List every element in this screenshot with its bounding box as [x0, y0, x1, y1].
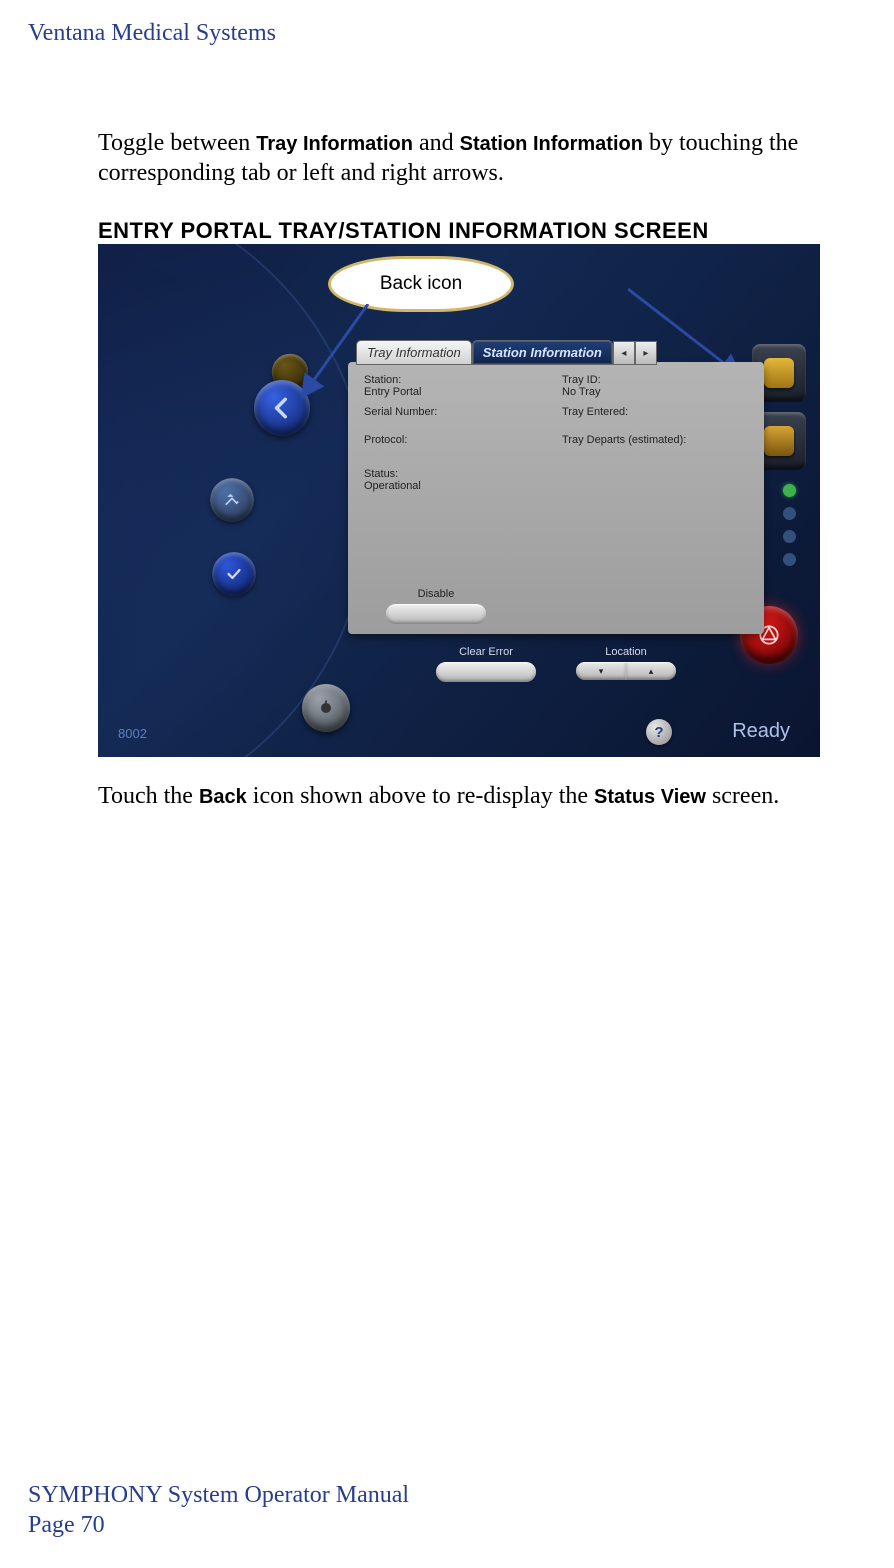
bold-back: Back [199, 786, 247, 808]
back-button[interactable] [254, 380, 310, 436]
content-area: Toggle between Tray Information and Stat… [98, 128, 828, 810]
label-station: Station: [364, 374, 550, 386]
label-tray-id: Tray ID: [562, 374, 748, 386]
label-location: Location [576, 646, 676, 658]
section-heading: ENTRY PORTAL TRAY/STATION INFORMATION SC… [98, 218, 828, 244]
status-code: 8002 [118, 726, 147, 741]
cartridge-icon [764, 358, 794, 388]
orbit-button-doc[interactable] [210, 478, 254, 522]
bold-status-view: Status View [594, 786, 706, 808]
disable-group: Disable [386, 588, 486, 624]
help-button[interactable]: ? [646, 719, 672, 745]
orbit-button-check[interactable] [212, 552, 256, 596]
led-dim-icon [783, 553, 796, 566]
disable-button[interactable] [386, 604, 486, 624]
label-status: Status: [364, 468, 550, 480]
text: Touch the [98, 783, 199, 809]
text: and [413, 130, 460, 156]
page-footer: SYMPHONY System Operator Manual Page 70 [28, 1480, 409, 1540]
value-status: Operational [364, 480, 550, 492]
led-dim-icon [783, 507, 796, 520]
status-led-stack [783, 484, 796, 566]
info-panel: Tray Information Station Information ◂ ▸… [348, 362, 764, 634]
label-disable: Disable [386, 588, 486, 600]
footer-page-number: Page 70 [28, 1510, 409, 1540]
panel-footer-controls: Clear Error Location ▾ ▴ [348, 646, 764, 682]
label-serial: Serial Number: [364, 406, 550, 418]
text: icon shown above to re-display the [247, 783, 594, 809]
label-tray-departs: Tray Departs (estimated): [562, 434, 748, 446]
panel-fields: Station: Entry Portal Tray ID: No Tray S… [364, 374, 748, 492]
clear-error-button[interactable] [436, 662, 536, 682]
back-icon-callout: Back icon [328, 256, 514, 312]
tab-arrow-left[interactable]: ◂ [613, 341, 635, 365]
label-tray-entered: Tray Entered: [562, 406, 748, 418]
led-dim-icon [783, 530, 796, 543]
check-icon [225, 565, 244, 584]
page-header-company: Ventana Medical Systems [28, 20, 276, 47]
intro-paragraph: Toggle between Tray Information and Stat… [98, 128, 828, 188]
tab-arrow-right[interactable]: ▸ [635, 341, 657, 365]
location-down-button[interactable]: ▾ [576, 662, 626, 680]
label-clear-error: Clear Error [436, 646, 536, 658]
ready-status-text: Ready [732, 720, 790, 743]
orbit-button-bottom[interactable] [302, 684, 350, 732]
value-station: Entry Portal [364, 386, 550, 398]
text: Toggle between [98, 130, 256, 156]
closing-paragraph: Touch the Back icon shown above to re-di… [98, 783, 828, 810]
knob-icon [316, 698, 336, 718]
footer-manual-title: SYMPHONY System Operator Manual [28, 1480, 409, 1510]
bold-station-info: Station Information [460, 133, 643, 155]
callout-text: Back icon [380, 273, 462, 295]
bold-tray-info: Tray Information [256, 133, 413, 155]
back-icon [269, 395, 295, 421]
label-protocol: Protocol: [364, 434, 550, 446]
tab-tray-information[interactable]: Tray Information [356, 340, 472, 365]
cartridge-icon [764, 426, 794, 456]
tab-station-information[interactable]: Station Information [472, 340, 613, 365]
document-icon [223, 491, 242, 510]
led-green-icon [783, 484, 796, 497]
value-tray-id: No Tray [562, 386, 748, 398]
tab-strip: Tray Information Station Information ◂ ▸ [356, 340, 657, 365]
ui-screenshot: Back icon Tray Information Station Infor… [98, 244, 820, 757]
location-up-button[interactable]: ▴ [626, 662, 676, 680]
text: screen. [706, 783, 779, 809]
